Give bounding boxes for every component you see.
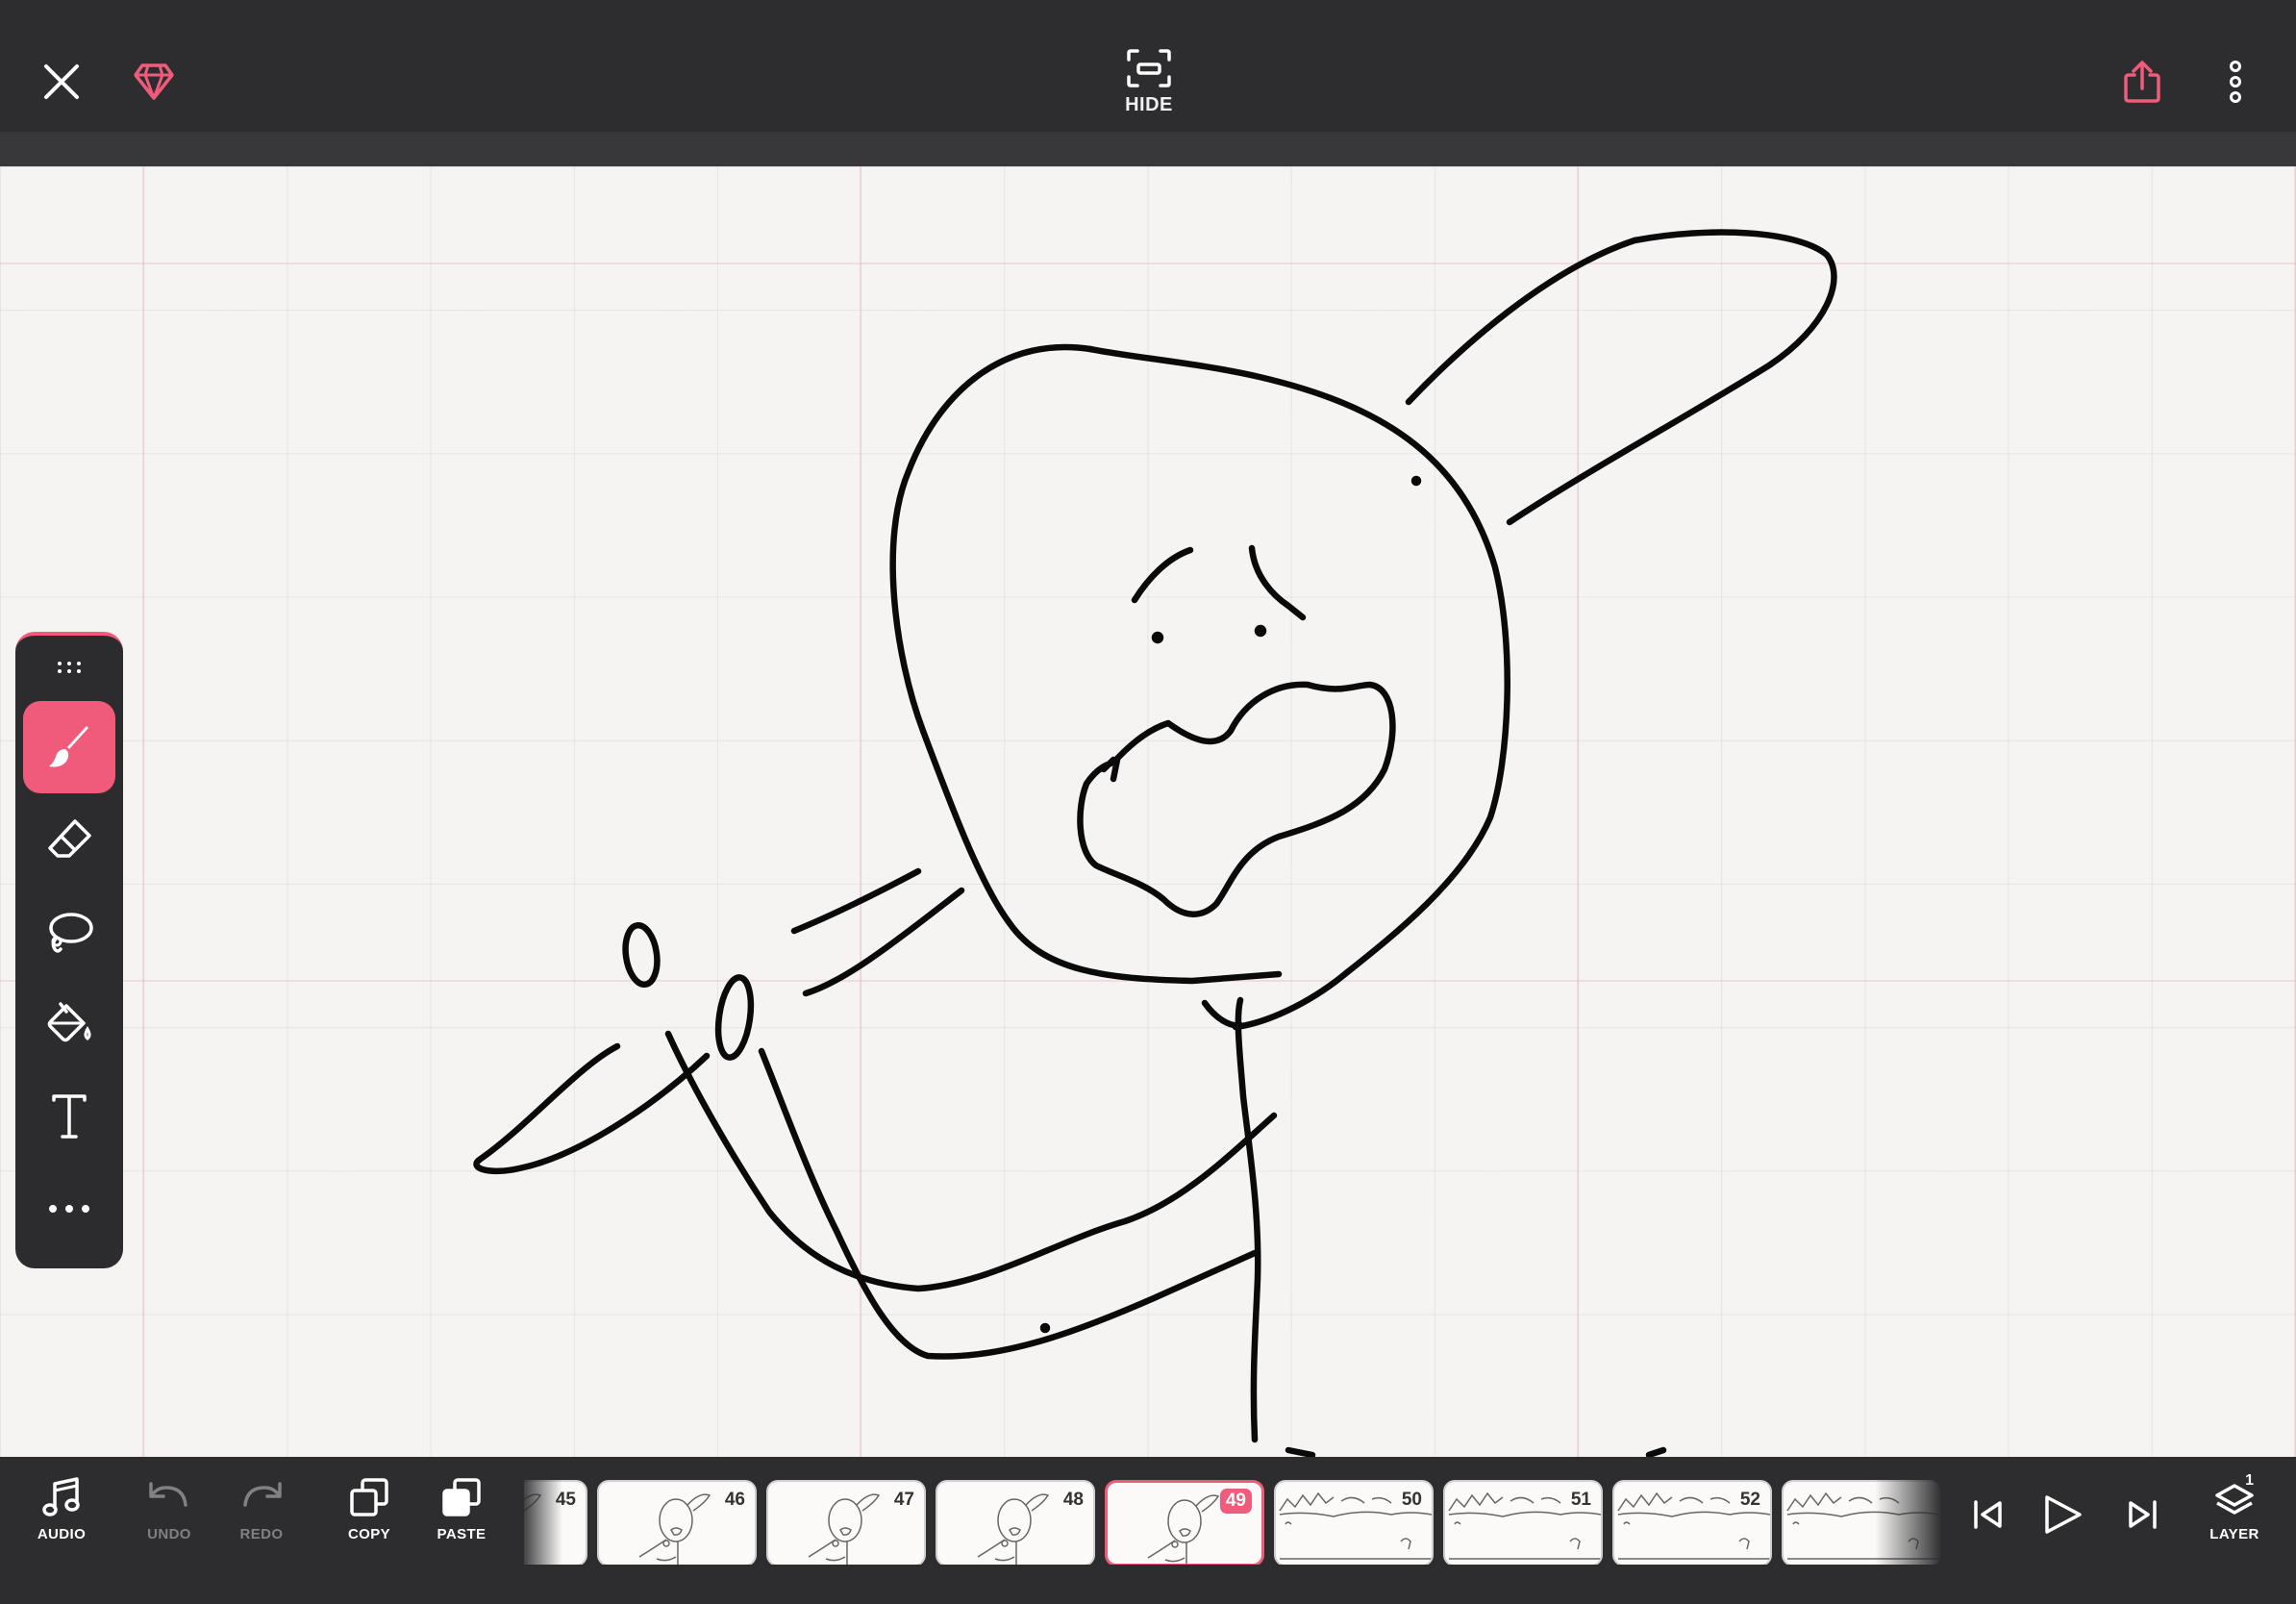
brush-icon [49,726,88,767]
frame-thumbnail[interactable]: 46 [597,1480,757,1565]
frame-number: 47 [893,1490,914,1510]
paste-button[interactable]: PASTE [423,1476,500,1563]
eraser-icon [48,819,91,858]
frame-number: 45 [555,1490,576,1510]
frame-thumbnail[interactable]: 48 [936,1480,1095,1565]
play-icon [2045,1495,2082,1534]
frame-thumbnail[interactable]: 49 [1105,1480,1264,1565]
tool-palette [15,632,123,1268]
hide-ui-icon [1127,49,1171,88]
layer-count-badge: 1 [2245,1472,2254,1489]
frame-thumbnail[interactable]: 47 [766,1480,926,1565]
lasso-icon [49,913,93,953]
eraser-tool-button[interactable] [23,793,115,886]
frame-number: 51 [1570,1490,1591,1510]
close-button[interactable] [33,53,90,111]
more-vertical-icon [2230,61,2241,103]
grip-dots-icon [58,662,81,673]
more-horizontal-icon [49,1205,89,1213]
paste-icon [442,1478,481,1516]
text-tool-button[interactable] [23,1070,115,1163]
share-icon [2124,61,2160,103]
paint-bucket-icon [47,1002,91,1042]
copy-label: COPY [347,1526,391,1542]
toolbar-divider-strip [0,132,2296,166]
palette-drag-handle[interactable] [15,653,123,682]
redo-button[interactable]: REDO [223,1476,300,1563]
share-button[interactable] [2113,53,2171,111]
text-icon [52,1094,87,1139]
frame-number: 46 [724,1490,745,1510]
paste-label: PASTE [437,1526,487,1542]
audio-label: AUDIO [37,1526,87,1542]
last-frame-button[interactable] [2113,1486,2171,1543]
fill-tool-button[interactable] [23,978,115,1070]
hide-ui-button[interactable]: HIDE [1106,48,1192,125]
lasso-tool-button[interactable] [23,886,115,978]
copy-icon [350,1478,388,1516]
frame-thumbnail[interactable]: 50 [1274,1480,1434,1565]
play-button[interactable] [2034,1486,2091,1543]
hide-label: HIDE [1125,94,1173,115]
brush-tool-button[interactable] [23,701,115,793]
drawing-canvas[interactable] [0,166,2296,1457]
close-icon [44,64,79,99]
frame-number: 49 [1219,1489,1252,1514]
frame-thumbnail[interactable]: 51 [1443,1480,1603,1565]
frame-thumbnail[interactable]: 45 [524,1480,587,1565]
undo-icon [149,1482,187,1507]
gem-icon [134,63,174,100]
skip-to-end-icon [2129,1500,2157,1529]
layer-label: LAYER [2209,1526,2259,1542]
layer-button[interactable]: 1 LAYER [2196,1472,2273,1563]
frame-number: 52 [1739,1490,1760,1510]
frame-number: 50 [1401,1490,1422,1510]
copy-button[interactable]: COPY [331,1476,408,1563]
redo-icon [243,1482,282,1507]
frame-number: 48 [1062,1490,1084,1510]
undo-label: UNDO [147,1526,191,1542]
skip-to-start-icon [1974,1500,2002,1529]
more-tools-button[interactable] [23,1163,115,1255]
bottom-toolbar: AUDIO UNDO REDO COPY PASTE 45 46 47 48 49 50 5… [0,1457,2296,1604]
frame-preview-landscape [1786,1491,1939,1560]
more-menu-button[interactable] [2207,53,2264,111]
redo-label: REDO [239,1526,284,1542]
frame-thumbnail[interactable]: 52 [1612,1480,1772,1565]
premium-button[interactable] [125,53,183,111]
sketch-drawing [473,229,1837,1457]
frame-timeline[interactable]: 45 46 47 48 49 50 51 52 [524,1468,1942,1565]
audio-button[interactable]: AUDIO [23,1476,100,1563]
top-toolbar: HIDE [0,0,2296,132]
first-frame-button[interactable] [1959,1486,2017,1543]
music-note-icon [42,1477,80,1516]
frame-thumbnail[interactable] [1782,1480,1941,1565]
undo-button[interactable]: UNDO [131,1476,208,1563]
